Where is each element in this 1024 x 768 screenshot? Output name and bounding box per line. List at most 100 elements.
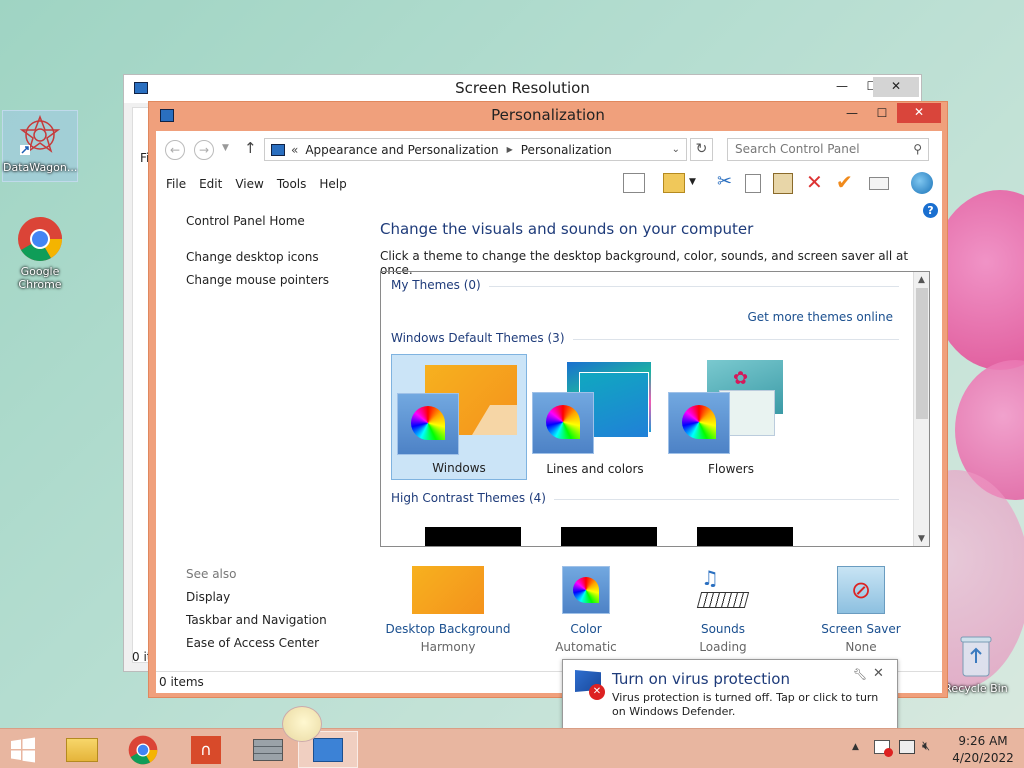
cut-icon[interactable]: ✂ (717, 171, 732, 192)
themes-scrollbar[interactable]: ▲ ▼ (913, 272, 929, 546)
high-contrast-theme-preview[interactable] (561, 527, 657, 546)
chrome-icon (16, 215, 64, 263)
layout-icon[interactable] (623, 173, 645, 193)
menu-file[interactable]: File (166, 177, 186, 191)
scroll-thumb[interactable] (916, 288, 928, 419)
color-palette-icon (562, 566, 610, 614)
back-button[interactable]: ← (165, 140, 185, 160)
globe-icon[interactable] (911, 172, 933, 194)
menu-tools[interactable]: Tools (277, 177, 307, 191)
my-themes-heading: My Themes (0) (391, 278, 899, 294)
desktop-icon-label: Recycle Bin (944, 682, 1008, 695)
ease-of-access-link[interactable]: Ease of Access Center (186, 636, 366, 650)
personalization-titlebar[interactable]: Personalization (149, 102, 947, 130)
high-contrast-theme-preview[interactable] (697, 527, 793, 546)
menu-view[interactable]: View (235, 177, 263, 191)
color-palette-icon (397, 393, 459, 455)
change-desktop-icons-link[interactable]: Change desktop icons (186, 250, 366, 264)
theme-lines-and-colors[interactable]: Lines and colors (527, 354, 663, 480)
theme-label: Windows (432, 461, 486, 475)
notification-close-button[interactable]: ✕ (873, 666, 884, 681)
desktop-icon-datawagon[interactable]: DataWagon... (2, 110, 78, 182)
scroll-down-icon[interactable]: ▼ (914, 534, 929, 544)
menu-help[interactable]: Help (319, 177, 346, 191)
theme-label: Lines and colors (546, 462, 644, 476)
high-contrast-heading: High Contrast Themes (4) (391, 491, 899, 507)
forward-button[interactable]: → (194, 140, 214, 160)
scroll-up-icon[interactable]: ▲ (914, 275, 929, 285)
properties-checkmark-icon[interactable]: ✔ (836, 170, 853, 194)
folder-options-icon[interactable] (663, 173, 685, 193)
recent-dropdown-icon[interactable]: ▼ (222, 143, 229, 153)
taskbar-chrome[interactable] (113, 731, 173, 768)
theme-windows[interactable]: Windows (391, 354, 527, 480)
minimize-button[interactable]: — (837, 104, 867, 124)
control-panel-home-link[interactable]: Control Panel Home (186, 214, 366, 228)
screen-saver-link[interactable]: Screen Saver (791, 622, 931, 636)
get-more-themes-link[interactable]: Get more themes online (747, 310, 893, 324)
volume-muted-icon[interactable]: 🔇︎ (922, 739, 930, 754)
desktop-background-link[interactable]: Desktop Background (378, 622, 518, 636)
color-link[interactable]: Color (516, 622, 656, 636)
search-placeholder: Search Control Panel (735, 142, 860, 156)
change-mouse-pointers-link[interactable]: Change mouse pointers (186, 273, 366, 287)
breadcrumb-prefix: « (291, 142, 299, 157)
status-item-count: 0 items (159, 675, 204, 689)
start-button[interactable] (0, 731, 46, 768)
desktop-background-icon (412, 566, 484, 614)
close-button[interactable]: ✕ (897, 103, 941, 123)
taskbar-navigation-link[interactable]: Taskbar and Navigation (186, 613, 366, 627)
show-hidden-icons-button[interactable]: ▲ (852, 742, 859, 752)
virus-protection-notification[interactable]: ✕ Turn on virus protection Virus protect… (562, 659, 898, 731)
breadcrumb-item[interactable]: Appearance and Personalization (305, 143, 498, 157)
menu-bar: File Edit View Tools Help (166, 177, 360, 191)
color-palette-icon (532, 392, 594, 454)
desktop-background-setting[interactable]: Desktop Background Harmony (378, 566, 518, 654)
breadcrumb-item[interactable]: Personalization (521, 143, 612, 157)
action-center-flag-icon[interactable] (874, 740, 893, 757)
color-palette-icon (668, 392, 730, 454)
themes-list[interactable]: My Themes (0) Get more themes online Win… (380, 271, 930, 547)
recycle-bin-icon (952, 632, 1000, 680)
folder-dropdown-icon[interactable]: ▼ (689, 177, 696, 187)
help-icon[interactable]: ? (923, 203, 938, 218)
clock-time: 9:26 AM (958, 734, 1008, 748)
settings-wrench-icon[interactable]: 🔧︎ (853, 668, 867, 681)
up-button[interactable]: ↑ (244, 139, 257, 157)
screen-saver-setting[interactable]: ⊘ Screen Saver None (791, 566, 931, 654)
search-input[interactable]: Search Control Panel ⚲ (727, 138, 929, 161)
paste-icon[interactable] (773, 173, 793, 194)
clock-date: 4/20/2022 (952, 751, 1014, 765)
sidebar: Control Panel Home Change desktop icons … (186, 214, 366, 287)
sounds-setting[interactable]: ♫ Sounds Loading (653, 566, 793, 654)
screen-saver-icon: ⊘ (837, 566, 885, 614)
sounds-link[interactable]: Sounds (653, 622, 793, 636)
close-button[interactable]: ✕ (873, 77, 919, 97)
taskbar-music-app[interactable]: ∩ (176, 731, 236, 768)
flower-icon: ✿ (733, 368, 749, 389)
desktop-icon-recycle-bin[interactable]: Recycle Bin (938, 632, 1014, 695)
high-contrast-theme-preview[interactable] (425, 527, 521, 546)
clock[interactable]: 9:26 AM 4/20/2022 (948, 733, 1018, 767)
refresh-button[interactable]: ↻ (690, 138, 713, 161)
menu-edit[interactable]: Edit (199, 177, 222, 191)
desktop-icon-chrome[interactable]: Google Chrome (2, 215, 78, 291)
address-dropdown-icon[interactable]: ⌄ (672, 144, 680, 155)
theme-flowers[interactable]: ✿ Flowers (663, 354, 799, 480)
rename-icon[interactable] (869, 177, 889, 190)
copy-icon[interactable] (745, 174, 761, 193)
personalization-window[interactable]: Personalization — ☐ ✕ ← → ▼ ↑ « Appearan… (148, 101, 948, 698)
default-themes-heading: Windows Default Themes (3) (391, 331, 899, 347)
theme-label: Flowers (708, 462, 754, 476)
delete-icon[interactable]: ✕ (806, 170, 823, 194)
desktop-icon-label: DataWagon... (3, 161, 78, 174)
network-icon[interactable] (899, 740, 915, 754)
maximize-button[interactable]: ☐ (867, 104, 897, 124)
display-link[interactable]: Display (186, 590, 366, 604)
color-setting[interactable]: Color Automatic (516, 566, 656, 654)
control-panel-icon (313, 737, 343, 762)
address-bar[interactable]: « Appearance and Personalization ▶ Perso… (264, 138, 687, 161)
minimize-button[interactable]: — (827, 77, 857, 97)
screen-resolution-titlebar[interactable]: Screen Resolution (124, 75, 921, 103)
taskbar-file-explorer[interactable] (52, 731, 112, 768)
